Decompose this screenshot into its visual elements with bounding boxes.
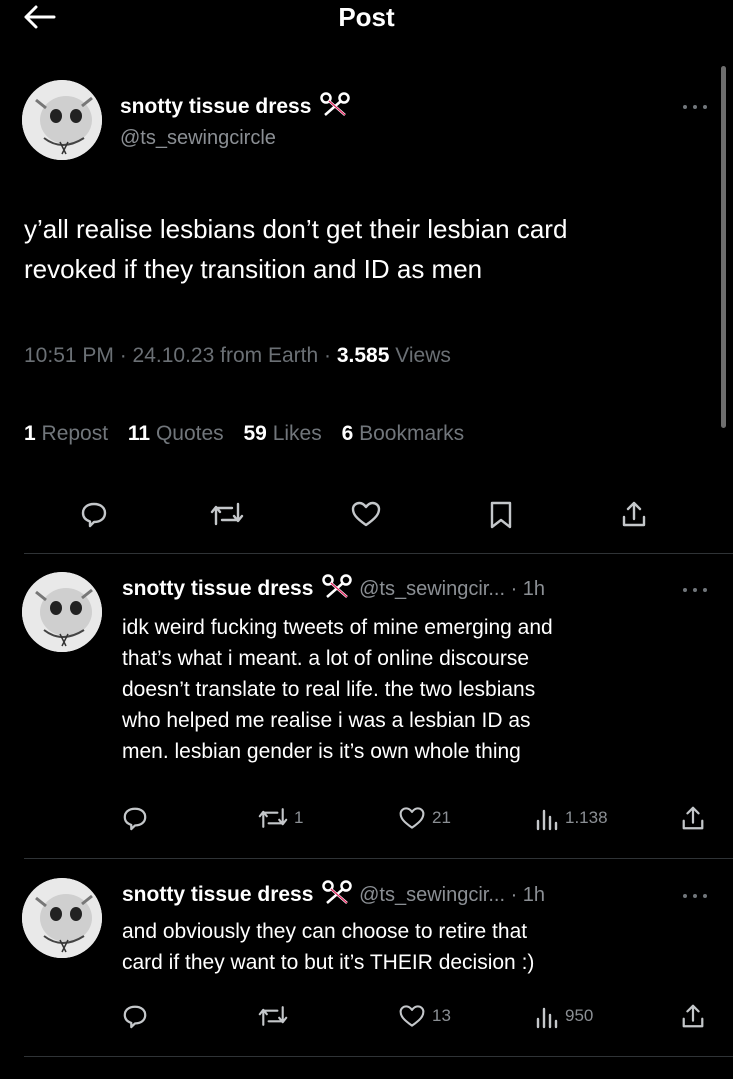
share-icon bbox=[682, 1004, 704, 1028]
like-icon bbox=[351, 501, 381, 527]
more-options-icon[interactable] bbox=[680, 583, 710, 595]
scissors-icon bbox=[321, 574, 353, 604]
likes-stat[interactable]: 59 Likes bbox=[244, 422, 322, 445]
bookmark-button[interactable] bbox=[488, 500, 514, 530]
reply-handle[interactable]: @ts_sewingcir... · 1h bbox=[359, 578, 545, 600]
reply-avatar[interactable] bbox=[22, 572, 102, 652]
share-button[interactable] bbox=[620, 499, 648, 529]
reply-text: idk weird fucking tweets of mine emergin… bbox=[122, 616, 553, 763]
page-title: Post bbox=[338, 2, 395, 32]
repost-stat[interactable]: 1 Repost bbox=[24, 422, 108, 445]
bookmarks-stat[interactable]: 6 Bookmarks bbox=[342, 422, 465, 445]
views-button[interactable]: 1.138 bbox=[535, 805, 608, 831]
quotes-stat[interactable]: 11 Quotes bbox=[128, 422, 224, 445]
post-metadata: 10:51 PM · 24.10.23 from Earth · 3.585 V… bbox=[24, 344, 451, 367]
more-options-icon[interactable] bbox=[680, 889, 710, 901]
scrollbar[interactable] bbox=[721, 66, 726, 428]
repost-icon bbox=[258, 808, 288, 828]
divider bbox=[24, 553, 733, 554]
views-button[interactable]: 950 bbox=[535, 1003, 593, 1029]
like-icon bbox=[399, 807, 425, 829]
reply-avatar[interactable] bbox=[22, 878, 102, 958]
like-count: 21 bbox=[432, 808, 451, 827]
repost-icon bbox=[258, 1006, 288, 1026]
views-count: 950 bbox=[565, 1006, 594, 1025]
author-name[interactable]: snotty tissue dress bbox=[120, 92, 351, 122]
views-icon bbox=[536, 809, 558, 831]
like-button[interactable]: 21 bbox=[398, 805, 451, 831]
author-handle[interactable]: @ts_sewingcircle bbox=[120, 127, 276, 150]
post-stats: 1 Repost 11 Quotes 59 Likes 6 Bookmarks bbox=[24, 422, 478, 446]
views-count: 1.138 bbox=[565, 808, 608, 827]
divider bbox=[24, 1056, 733, 1057]
like-button[interactable]: 13 bbox=[398, 1003, 451, 1029]
reply-text: and obviously they can choose to retire … bbox=[122, 920, 535, 974]
like-button[interactable] bbox=[350, 500, 382, 528]
share-button[interactable] bbox=[680, 804, 706, 832]
reply-button[interactable] bbox=[80, 500, 108, 528]
share-button[interactable] bbox=[680, 1002, 706, 1030]
views-icon bbox=[536, 1007, 558, 1029]
share-icon bbox=[622, 501, 646, 527]
repost-button[interactable]: 1 bbox=[258, 805, 303, 831]
post-text: y’all realise lesbians don’t get their l… bbox=[24, 214, 568, 284]
reply-icon bbox=[123, 807, 147, 831]
repost-button[interactable] bbox=[258, 1003, 288, 1029]
reply-author-name[interactable]: snotty tissue dress @ts_sewingcir... · 1… bbox=[122, 574, 545, 604]
reply-author-name[interactable]: snotty tissue dress @ts_sewingcir... · 1… bbox=[122, 880, 545, 910]
repost-count: 1 bbox=[294, 808, 304, 827]
reply-button[interactable] bbox=[122, 1003, 148, 1029]
top-bar: Post bbox=[0, 0, 733, 62]
divider bbox=[24, 858, 733, 859]
share-icon bbox=[682, 806, 704, 830]
scissors-icon bbox=[321, 880, 353, 910]
repost-icon bbox=[210, 502, 244, 526]
reply-button[interactable] bbox=[122, 805, 148, 831]
more-options-icon[interactable] bbox=[680, 100, 710, 112]
bookmark-icon bbox=[490, 501, 512, 529]
scissors-icon bbox=[319, 92, 351, 122]
avatar[interactable] bbox=[22, 80, 102, 160]
like-icon bbox=[399, 1005, 425, 1027]
reply-icon bbox=[81, 502, 107, 528]
reply-handle[interactable]: @ts_sewingcir... · 1h bbox=[359, 884, 545, 906]
repost-button[interactable] bbox=[210, 500, 244, 528]
reply-icon bbox=[123, 1005, 147, 1029]
like-count: 13 bbox=[432, 1006, 451, 1025]
